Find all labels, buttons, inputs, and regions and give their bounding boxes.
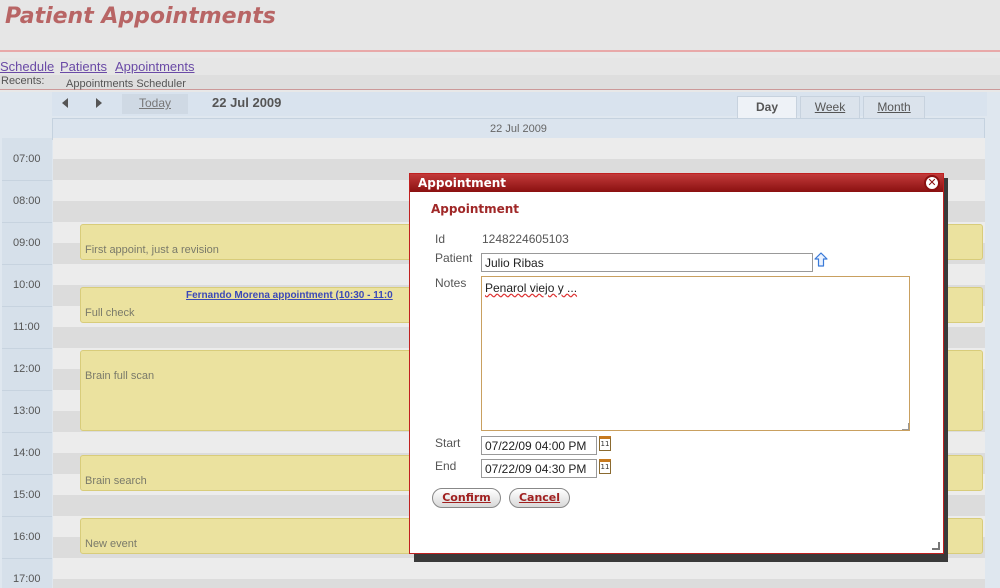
recents-bar: Recents: Appointments Scheduler <box>0 75 1000 90</box>
time-label: 13:00 <box>13 405 41 417</box>
nav-link-appointments[interactable]: Appointments <box>115 59 195 74</box>
time-divider <box>2 180 52 181</box>
recents-item[interactable]: Appointments Scheduler <box>66 78 186 90</box>
day-column-header: 22 Jul 2009 <box>52 118 985 140</box>
id-value: 1248224605103 <box>482 232 569 246</box>
end-label: End <box>435 459 457 473</box>
event-title: Full check <box>85 307 135 319</box>
time-divider <box>2 222 52 223</box>
time-label: 12:00 <box>13 363 41 375</box>
time-label: 16:00 <box>13 531 41 543</box>
time-divider <box>2 474 52 475</box>
patient-label: Patient <box>435 251 473 265</box>
dialog-resize-handle[interactable] <box>932 542 940 550</box>
end-date-input[interactable]: 07/22/09 04:30 PM <box>481 459 597 478</box>
dialog-title: Appointment <box>418 176 507 190</box>
app-title: Patient Appointments <box>5 4 276 29</box>
id-label: Id <box>435 232 446 246</box>
time-label: 07:00 <box>13 153 41 165</box>
time-label: 09:00 <box>13 237 41 249</box>
patient-input[interactable]: Julio Ribas <box>481 253 813 272</box>
time-label: 11:00 <box>13 321 40 333</box>
start-calendar-icon[interactable]: 11 <box>599 436 611 451</box>
appointment-dialog: Appointment ✕ Appointment Id 12482246051… <box>409 173 944 554</box>
notes-text: Penarol viejo y ... <box>485 281 578 295</box>
time-divider <box>2 264 52 265</box>
dialog-titlebar[interactable]: Appointment ✕ <box>410 174 943 192</box>
time-divider <box>2 348 52 349</box>
time-divider <box>2 390 52 391</box>
notes-textarea[interactable]: Penarol viejo y ... <box>481 276 910 431</box>
event-link[interactable]: Fernando Morena appointment (10:30 - 11:… <box>186 290 393 301</box>
next-arrow-icon[interactable] <box>96 98 102 108</box>
nav-link-patients[interactable]: Patients <box>60 59 107 74</box>
event-title: New event <box>85 538 137 550</box>
time-label: 08:00 <box>13 195 41 207</box>
notes-label: Notes <box>435 276 467 290</box>
textarea-resize-grip[interactable] <box>902 423 909 430</box>
today-button[interactable]: Today <box>122 94 188 114</box>
start-date-input[interactable]: 07/22/09 04:00 PM <box>481 436 597 455</box>
time-divider <box>2 558 52 559</box>
time-divider <box>2 306 52 307</box>
scheduler-toolbar: Today 22 Jul 2009 Day Week Month <box>52 92 987 118</box>
event-title: Brain search <box>85 475 147 487</box>
cancel-button[interactable]: Cancel <box>509 488 570 508</box>
event-title: First appoint, just a revision <box>85 244 219 256</box>
time-label: 14:00 <box>13 447 41 459</box>
tab-day[interactable]: Day <box>737 96 797 118</box>
end-calendar-icon[interactable]: 11 <box>599 459 611 474</box>
recents-label: Recents: <box>1 75 45 87</box>
nav-link-schedule[interactable]: Schedule <box>0 59 54 74</box>
time-divider <box>2 516 52 517</box>
time-label: 15:00 <box>13 489 41 501</box>
form-heading: Appointment <box>431 202 520 216</box>
current-date: 22 Jul 2009 <box>212 95 282 110</box>
time-divider <box>2 432 52 433</box>
confirm-button[interactable]: Confirm <box>432 488 501 508</box>
lookup-arrow-icon[interactable] <box>814 252 828 268</box>
event-title: Brain full scan <box>85 370 155 382</box>
close-icon[interactable]: ✕ <box>924 175 940 191</box>
time-label: 10:00 <box>13 279 41 291</box>
tab-week[interactable]: Week <box>800 96 860 118</box>
tab-month[interactable]: Month <box>863 96 925 118</box>
nav-bar: Schedule Patients Appointments <box>0 58 1000 75</box>
app-header: Patient Appointments <box>0 0 1000 52</box>
time-column: 07:00 08:00 09:00 10:00 11:00 12:00 13:0… <box>2 138 52 588</box>
time-label: 17:00 <box>13 573 41 585</box>
half-hour-band <box>53 579 985 588</box>
previous-arrow-icon[interactable] <box>62 98 68 108</box>
start-label: Start <box>435 436 461 450</box>
